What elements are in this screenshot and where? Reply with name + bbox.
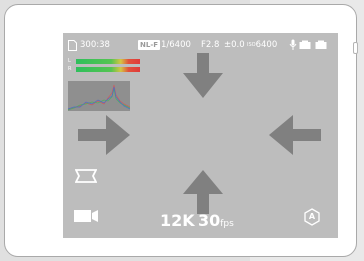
- battery-icon-secondary: [315, 38, 327, 55]
- shutter-speed[interactable]: 1/6400: [161, 38, 191, 52]
- audio-meter-right-bar: [76, 67, 140, 72]
- video-camera-icon[interactable]: [74, 208, 98, 227]
- battery-icon: [299, 38, 311, 55]
- profile-badge[interactable]: NL-F: [138, 40, 161, 50]
- arrow-down-icon[interactable]: [183, 53, 223, 103]
- frame-rate-value: 30: [198, 211, 221, 230]
- auto-mode-icon[interactable]: A: [303, 208, 321, 226]
- auto-mode-label: A: [308, 212, 316, 221]
- audio-meter-right-label: R: [68, 66, 72, 72]
- resolution-label[interactable]: 12K: [160, 210, 195, 232]
- audio-meter-left-label: L: [68, 58, 71, 64]
- iso-value: 6400: [255, 40, 278, 50]
- frame-rate-unit: fps: [220, 219, 234, 229]
- iso-label: ISO: [247, 42, 256, 48]
- iso-setting[interactable]: ISO6400: [247, 38, 277, 52]
- audio-meter-left-bar: [76, 59, 140, 64]
- aperture-value[interactable]: F2.8: [201, 38, 219, 52]
- camera-screen[interactable]: 300:38 NL-F 1/6400 F2.8 ±0.0 ISO6400 L R…: [63, 33, 338, 238]
- status-bar: 300:38 NL-F 1/6400 F2.8 ±0.0 ISO6400: [63, 38, 338, 52]
- frame-rate[interactable]: 30fps: [198, 210, 234, 235]
- arrow-right-icon[interactable]: [78, 115, 130, 159]
- histogram: [67, 81, 131, 111]
- arrow-left-icon[interactable]: [269, 115, 321, 159]
- side-button[interactable]: [353, 42, 358, 54]
- remaining-time: 300:38: [80, 40, 110, 50]
- aspect-ratio-icon[interactable]: [74, 168, 98, 187]
- microphone-icon: [289, 38, 297, 56]
- memory-card-icon: [68, 38, 77, 56]
- exposure-compensation[interactable]: ±0.0: [224, 38, 245, 52]
